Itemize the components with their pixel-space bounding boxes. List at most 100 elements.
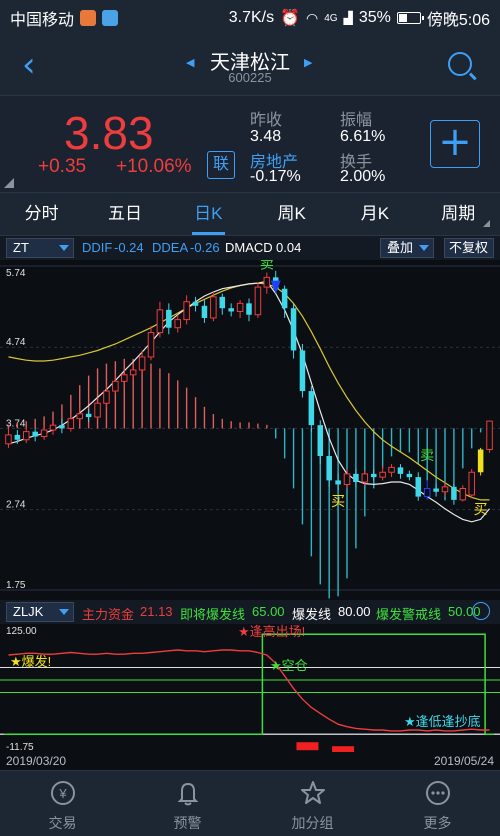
stock-header: ‹ ◀ 天津松江 600225 ▶	[0, 36, 500, 96]
expand-corner-icon[interactable]	[4, 178, 14, 188]
candle-body	[147, 332, 155, 358]
candle-body	[451, 486, 457, 500]
main-indicator-select[interactable]: ZT	[6, 238, 74, 258]
candle-body	[423, 487, 431, 498]
candlestick-chart[interactable]: 5.74 4.74 3.74 2.74 1.75 卖买卖买	[0, 255, 500, 600]
prev-close-value: 3.48	[250, 128, 282, 145]
candle-body	[219, 296, 226, 309]
chevron-down-icon	[59, 609, 69, 615]
dropdown-corner-icon	[482, 220, 490, 227]
candle-body	[59, 425, 65, 429]
sub-indicator-select[interactable]: ZLJK	[6, 602, 74, 622]
candle-body	[40, 429, 48, 438]
current-price: 3.83	[64, 107, 154, 159]
tab-period-label: 周期	[441, 204, 476, 223]
candle-body	[459, 487, 467, 501]
candle-body	[32, 431, 38, 437]
candle-body	[468, 471, 475, 496]
main-indicator-value: ZT	[13, 240, 29, 255]
candle-body	[85, 413, 92, 418]
candle-body	[94, 402, 101, 418]
candle-body	[201, 305, 208, 318]
candle-body	[14, 434, 21, 440]
next-stock-icon[interactable]: ▶	[304, 56, 312, 69]
chevron-down-icon	[419, 245, 429, 251]
candle-body	[477, 449, 484, 473]
app-notification-icon-2	[102, 10, 119, 26]
y-tick-label: 125.00	[6, 626, 37, 637]
tab-monthly-k[interactable]: 月K	[333, 193, 416, 235]
amplitude-label: 振幅	[340, 112, 373, 129]
candle-body	[23, 431, 30, 441]
sell-signal-label-2: 卖	[420, 447, 434, 463]
candle-body	[103, 390, 110, 404]
candle-body	[308, 391, 315, 426]
candle-body	[236, 302, 244, 312]
stock-code: 600225	[228, 70, 272, 85]
y-tick-label: 5.74	[6, 268, 26, 279]
prev-close-label: 昨收	[250, 112, 283, 129]
candle-body	[49, 424, 57, 431]
candle-body	[263, 276, 271, 288]
candle-body	[121, 374, 128, 382]
app-notification-icon	[80, 10, 97, 26]
overlay-label: 叠加	[387, 240, 414, 255]
candle-body	[433, 488, 439, 492]
ddea-value: -0.26	[190, 240, 220, 255]
network-type: 4G	[324, 12, 338, 24]
turnover-value: 2.00%	[340, 168, 386, 185]
period-tabs: 分时 五日 日K 周K 月K 周期	[0, 192, 500, 236]
nav-add-group[interactable]: 加分组	[250, 771, 375, 836]
sell-signal-label: 卖	[260, 260, 274, 271]
carrier-label: 中国移动	[10, 12, 75, 29]
candle-body	[281, 288, 288, 309]
burst-annotation: ★爆发!	[10, 654, 51, 669]
add-watchlist-button[interactable]: +	[430, 120, 480, 168]
svg-text:¥: ¥	[58, 786, 67, 801]
candle-body	[210, 296, 217, 319]
more-icon	[425, 781, 450, 805]
candle-body	[5, 434, 12, 445]
bottom-nav: ¥ 交易 预警 加分组 更多	[0, 770, 500, 836]
tab-five-day[interactable]: 五日	[83, 193, 166, 235]
y-tick-label: 2.74	[6, 500, 26, 511]
candle-body	[67, 418, 75, 429]
end-date: 2019/05/24	[433, 754, 494, 768]
tab-weekly-k[interactable]: 周K	[250, 193, 333, 235]
nav-trade-label: 交易	[48, 815, 77, 831]
candlestick-svg: 5.744.743.742.741.75卖买卖买	[0, 255, 500, 599]
indicator-chart[interactable]: 125.00 -11.75 ★爆发! ★逢高出场! ★空仓 ★逢低逢抄底	[0, 624, 500, 753]
nav-trade[interactable]: ¥ 交易	[0, 771, 125, 836]
sub-indicator-value: ZLJK	[13, 604, 44, 619]
candle-body	[254, 286, 262, 316]
sector-change: -0.17%	[250, 168, 301, 185]
clock: 傍晚5:06	[426, 12, 490, 29]
dmacd-value: 0.04	[276, 240, 302, 255]
linked-button[interactable]: 联	[207, 151, 235, 179]
candle-body	[317, 425, 324, 457]
battery-icon	[396, 12, 424, 24]
candle-body	[370, 473, 377, 478]
candle-body	[353, 473, 359, 482]
candle-body	[290, 308, 297, 351]
tab-daily-k[interactable]: 日K	[167, 193, 250, 235]
nav-alert[interactable]: 预警	[125, 771, 250, 836]
bell-icon	[177, 782, 198, 806]
adjust-button[interactable]: 不复权	[444, 238, 494, 258]
tab-period[interactable]: 周期	[417, 193, 500, 235]
candle-body	[228, 308, 234, 312]
search-icon[interactable]	[448, 52, 472, 76]
candle-body	[192, 301, 199, 306]
candle-body	[388, 466, 395, 473]
near-burst-label: 即将爆发线	[180, 607, 246, 622]
peak-exit-annotation: ★逢高出场!	[238, 624, 305, 639]
burst-value: 80.00	[338, 604, 371, 619]
nav-more[interactable]: 更多	[375, 771, 500, 836]
trade-icon: ¥	[50, 781, 75, 805]
overlay-button[interactable]: 叠加	[380, 238, 434, 258]
tab-intraday[interactable]: 分时	[0, 193, 83, 235]
main-fund-value: 21.13	[140, 604, 173, 619]
zoom-icon[interactable]	[472, 602, 490, 620]
candle-body	[441, 486, 449, 493]
status-bar: 中国移动 3.7K/s ⏰ ◠ 4G ▟ 35% 傍晚5:06	[0, 0, 500, 36]
